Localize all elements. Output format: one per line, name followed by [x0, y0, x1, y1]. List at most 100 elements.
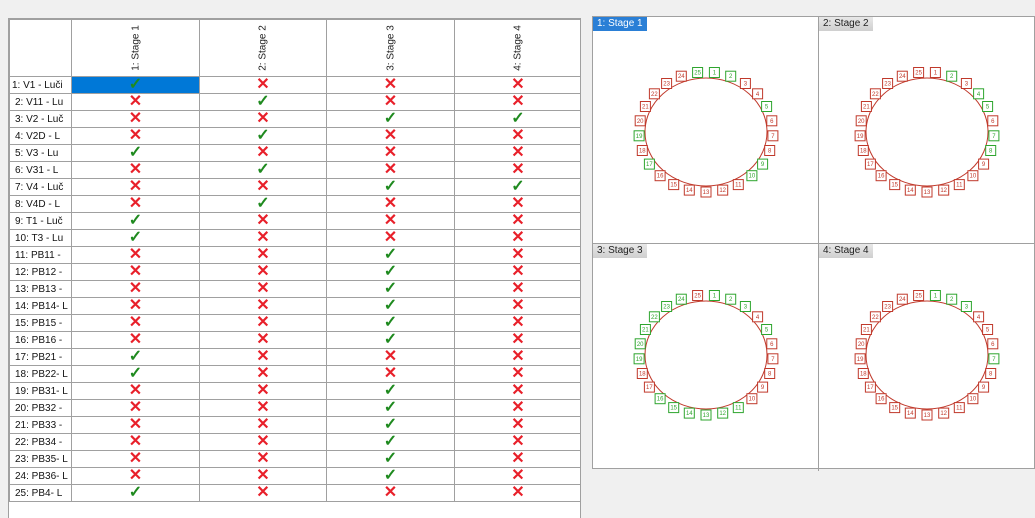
- unassigned-cross-icon[interactable]: ✕: [199, 399, 327, 417]
- unassigned-cross-icon[interactable]: ✕: [71, 127, 200, 145]
- table-row[interactable]: 20: PB32 - ✕ ✕ ✓ ✕: [9, 399, 580, 417]
- row-header[interactable]: 25: PB4- L: [9, 484, 72, 502]
- ring-node-23[interactable]: 23: [882, 301, 894, 312]
- assigned-check-icon[interactable]: ✓: [199, 127, 327, 145]
- ring-node-15[interactable]: 15: [889, 179, 901, 191]
- ring-node-25[interactable]: 25: [913, 67, 925, 78]
- unassigned-cross-icon[interactable]: ✕: [326, 212, 455, 230]
- unassigned-cross-icon[interactable]: ✕: [71, 297, 200, 315]
- unassigned-cross-icon[interactable]: ✕: [454, 416, 580, 434]
- grid-corner[interactable]: [9, 19, 72, 77]
- row-header[interactable]: 6: V31 - L: [9, 161, 72, 179]
- table-row[interactable]: 18: PB22- L ✓ ✕ ✕ ✕: [9, 365, 580, 383]
- unassigned-cross-icon[interactable]: ✕: [454, 399, 580, 417]
- table-row[interactable]: 14: PB14- L ✕ ✕ ✓ ✕: [9, 297, 580, 315]
- unassigned-cross-icon[interactable]: ✕: [454, 314, 580, 332]
- ring-node-13[interactable]: 13: [700, 186, 712, 198]
- stage-panel-4[interactable]: 1 2 3 4 5 6 7 8 9 10 11 12 13 14 15 16 17 18 19 20 21 22 23 24 2…: [819, 244, 1035, 471]
- table-row[interactable]: 12: PB12 - ✕ ✕ ✓ ✕: [9, 263, 580, 281]
- ring-node-2[interactable]: 2: [946, 70, 958, 82]
- assigned-check-icon[interactable]: ✓: [326, 331, 455, 349]
- ring-node-19[interactable]: 19: [854, 353, 866, 365]
- ring-node-14[interactable]: 14: [904, 407, 916, 419]
- column-header-stage-3[interactable]: 3: Stage 3: [326, 19, 455, 77]
- ring-node-10[interactable]: 10: [746, 393, 758, 405]
- assigned-check-icon[interactable]: ✓: [71, 144, 200, 162]
- table-row[interactable]: 5: V3 - Lu ✓ ✕ ✕ ✕: [9, 144, 580, 162]
- column-header-stage-2[interactable]: 2: Stage 2: [199, 19, 327, 77]
- ring-node-5[interactable]: 5: [761, 324, 773, 335]
- table-row[interactable]: 13: PB13 - ✕ ✕ ✓ ✕: [9, 280, 580, 298]
- ring-node-16[interactable]: 16: [654, 170, 666, 182]
- ring-node-10[interactable]: 10: [967, 170, 979, 182]
- unassigned-cross-icon[interactable]: ✕: [454, 263, 580, 281]
- row-header[interactable]: 2: V11 - Lu: [9, 93, 72, 111]
- unassigned-cross-icon[interactable]: ✕: [326, 161, 455, 179]
- ring-node-8[interactable]: 8: [764, 145, 776, 156]
- unassigned-cross-icon[interactable]: ✕: [454, 229, 580, 247]
- unassigned-cross-icon[interactable]: ✕: [199, 212, 327, 230]
- ring-node-17[interactable]: 17: [864, 381, 876, 393]
- ring-node-14[interactable]: 14: [904, 184, 916, 196]
- assigned-check-icon[interactable]: ✓: [71, 212, 200, 230]
- assigned-check-icon[interactable]: ✓: [326, 246, 455, 264]
- ring-node-3[interactable]: 3: [739, 78, 751, 89]
- assigned-check-icon[interactable]: ✓: [199, 161, 327, 179]
- assigned-check-icon[interactable]: ✓: [454, 110, 580, 128]
- row-header[interactable]: 11: PB11 -: [9, 246, 72, 264]
- unassigned-cross-icon[interactable]: ✕: [199, 331, 327, 349]
- assigned-check-icon[interactable]: ✓: [326, 178, 455, 196]
- unassigned-cross-icon[interactable]: ✕: [71, 314, 200, 332]
- unassigned-cross-icon[interactable]: ✕: [326, 365, 455, 383]
- ring-node-23[interactable]: 23: [661, 78, 673, 89]
- ring-node-16[interactable]: 16: [875, 170, 887, 182]
- ring-node-19[interactable]: 19: [633, 130, 645, 142]
- table-row[interactable]: 15: PB15 - ✕ ✕ ✓ ✕: [9, 314, 580, 332]
- unassigned-cross-icon[interactable]: ✕: [454, 467, 580, 485]
- ring-node-6[interactable]: 6: [987, 115, 999, 127]
- table-row[interactable]: 25: PB4- L ✓ ✕ ✕ ✕: [9, 484, 580, 502]
- row-header[interactable]: 13: PB13 -: [9, 280, 72, 298]
- ring-node-15[interactable]: 15: [668, 179, 680, 191]
- unassigned-cross-icon[interactable]: ✕: [71, 399, 200, 417]
- unassigned-cross-icon[interactable]: ✕: [454, 331, 580, 349]
- unassigned-cross-icon[interactable]: ✕: [199, 467, 327, 485]
- row-header[interactable]: 14: PB14- L: [9, 297, 72, 315]
- table-row[interactable]: 17: PB21 - ✓ ✕ ✕ ✕: [9, 348, 580, 366]
- row-header[interactable]: 21: PB33 -: [9, 416, 72, 434]
- row-header[interactable]: 23: PB35- L: [9, 450, 72, 468]
- ring-node-11[interactable]: 11: [953, 402, 965, 414]
- row-header[interactable]: 17: PB21 -: [9, 348, 72, 366]
- ring-node-2[interactable]: 2: [725, 293, 737, 305]
- ring-node-8[interactable]: 8: [985, 145, 997, 156]
- assigned-check-icon[interactable]: ✓: [326, 297, 455, 315]
- ring-node-17[interactable]: 17: [643, 381, 655, 393]
- table-row[interactable]: 19: PB31- L ✕ ✕ ✓ ✕: [9, 382, 580, 400]
- assigned-check-icon[interactable]: ✓: [326, 280, 455, 298]
- ring-node-18[interactable]: 18: [857, 145, 869, 156]
- ring-node-12[interactable]: 12: [938, 407, 950, 419]
- stage-panel-title[interactable]: 1: Stage 1: [593, 17, 647, 31]
- row-header[interactable]: 10: T3 - Lu: [9, 229, 72, 247]
- assigned-check-icon[interactable]: ✓: [71, 484, 200, 502]
- unassigned-cross-icon[interactable]: ✕: [454, 212, 580, 230]
- assigned-check-icon[interactable]: ✓: [454, 178, 580, 196]
- row-header[interactable]: 9: T1 - Luč: [9, 212, 72, 230]
- unassigned-cross-icon[interactable]: ✕: [326, 348, 455, 366]
- ring-node-4[interactable]: 4: [752, 311, 764, 323]
- unassigned-cross-icon[interactable]: ✕: [454, 195, 580, 213]
- ring-node-22[interactable]: 22: [648, 311, 660, 323]
- ring-node-7[interactable]: 7: [988, 353, 1000, 365]
- stage-panel-title[interactable]: 3: Stage 3: [593, 244, 647, 258]
- unassigned-cross-icon[interactable]: ✕: [326, 127, 455, 145]
- table-row[interactable]: 4: V2D - L ✕ ✓ ✕ ✕: [9, 127, 580, 145]
- table-row[interactable]: 11: PB11 - ✕ ✕ ✓ ✕: [9, 246, 580, 264]
- table-row[interactable]: 6: V31 - L ✕ ✓ ✕ ✕: [9, 161, 580, 179]
- ring-node-5[interactable]: 5: [761, 101, 773, 112]
- table-row[interactable]: 23: PB35- L ✕ ✕ ✓ ✕: [9, 450, 580, 468]
- ring-node-4[interactable]: 4: [973, 88, 985, 100]
- unassigned-cross-icon[interactable]: ✕: [326, 484, 455, 502]
- unassigned-cross-icon[interactable]: ✕: [71, 195, 200, 213]
- unassigned-cross-icon[interactable]: ✕: [326, 195, 455, 213]
- unassigned-cross-icon[interactable]: ✕: [71, 331, 200, 349]
